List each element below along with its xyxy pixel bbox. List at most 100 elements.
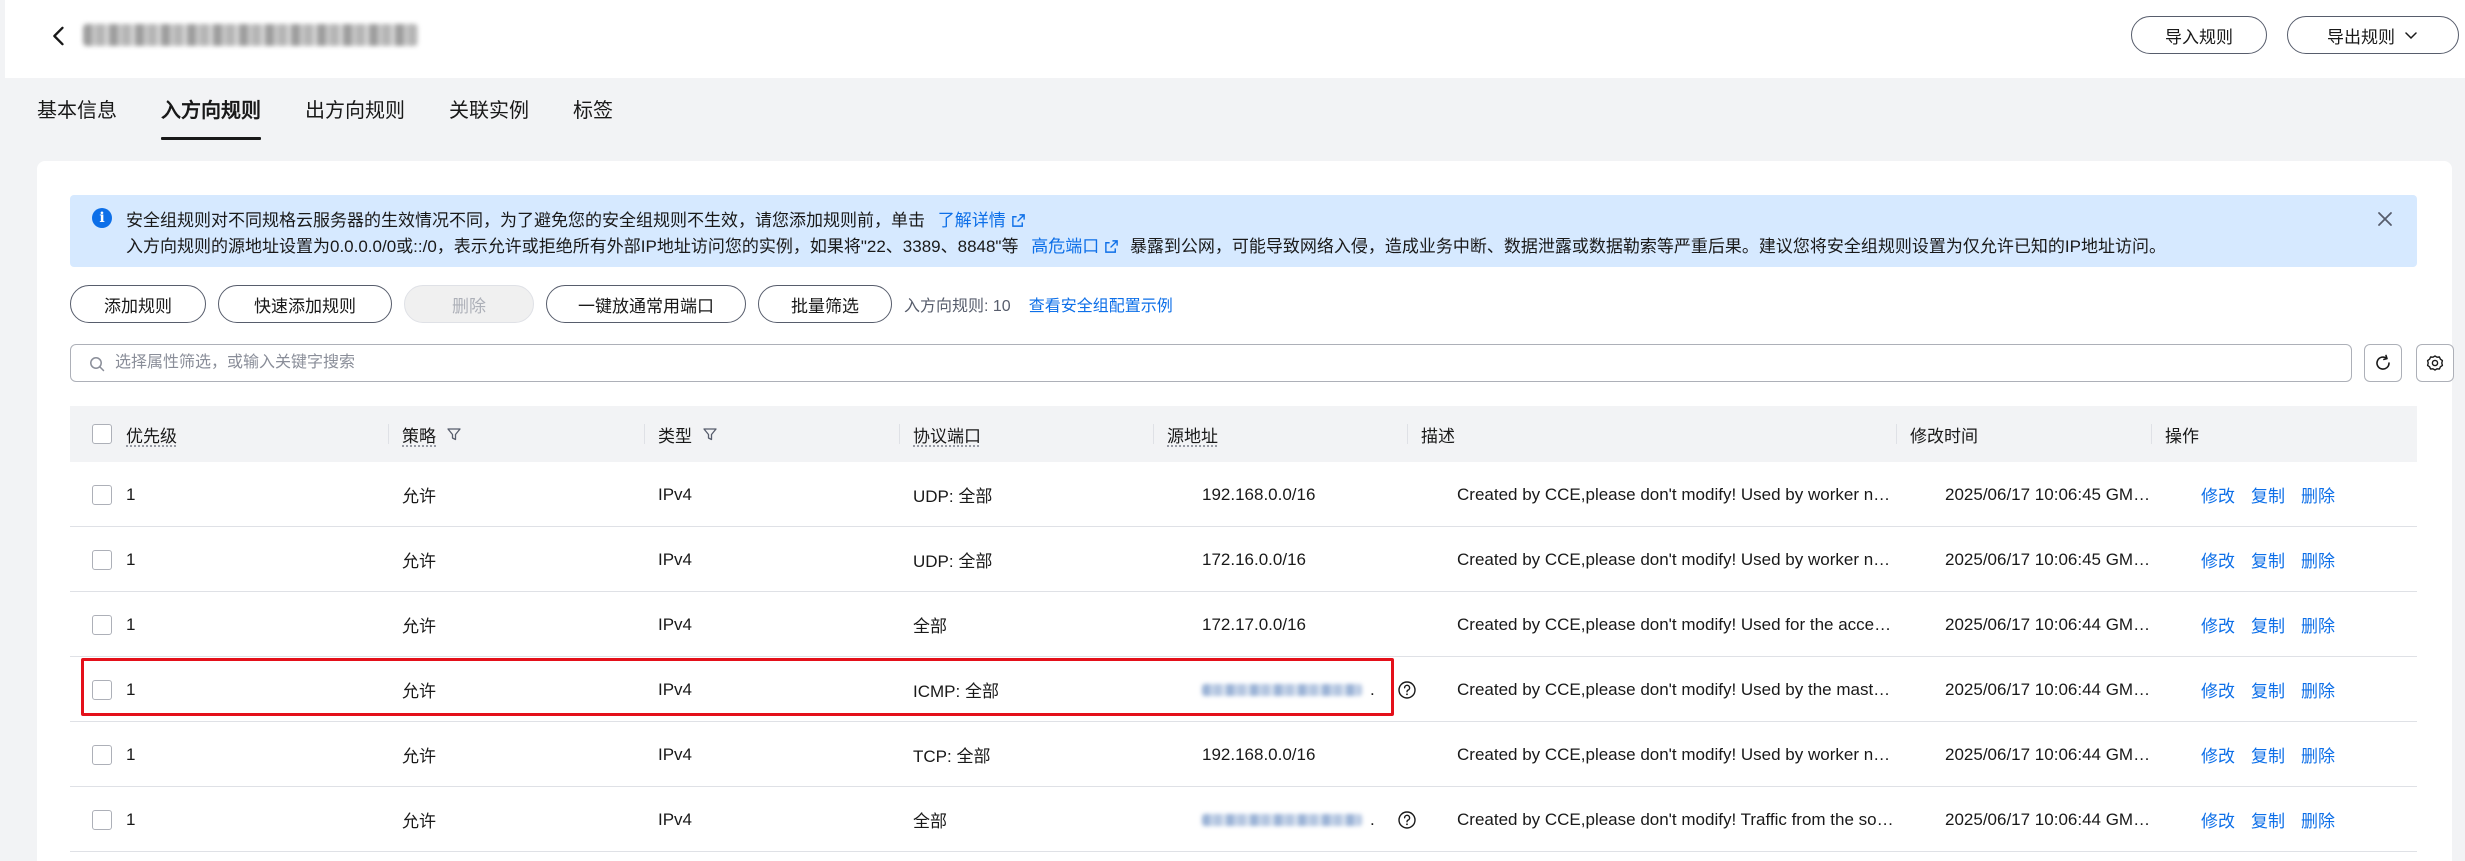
- column-separator: [1407, 424, 1408, 444]
- modify-link[interactable]: 修改: [2201, 612, 2235, 637]
- source-address-masked: [1202, 813, 1362, 826]
- refresh-button[interactable]: [2364, 344, 2402, 382]
- col-priority[interactable]: 优先级: [126, 406, 177, 462]
- select-all-checkbox[interactable]: [92, 424, 112, 444]
- table-row: 1 允许 IPv4 UDP: 全部 172.16.0.0/16 Created by CC…: [70, 527, 2417, 592]
- alert-line-1-text: 安全组规则对不同规格云服务器的生效情况不同，为了避免您的安全组规则不生效，请您添…: [126, 211, 925, 230]
- row-checkbox-cell: [92, 722, 112, 787]
- policy-cell: 允许: [402, 552, 436, 571]
- alert-line-2-text-b: 暴露到公网，可能导致网络入侵，造成业务中断、数据泄露或数据勒索等严重后果。建议您…: [1129, 237, 2166, 256]
- delete-link[interactable]: 删除: [2301, 742, 2335, 767]
- table-row: 1 允许 IPv4 全部. Created by CCE,please don't mo…: [70, 787, 2417, 852]
- page-header: 导入规则 导出规则: [5, 0, 2465, 78]
- row-checkbox[interactable]: [92, 484, 112, 505]
- help-icon[interactable]: [1397, 810, 1417, 830]
- col-actions-label: 操作: [2165, 426, 2199, 446]
- policy-cell: 允许: [402, 487, 436, 506]
- info-alert: i 安全组规则对不同规格云服务器的生效情况不同，为了避免您的安全组规则不生效，请…: [70, 195, 2417, 267]
- modify-link[interactable]: 修改: [2201, 482, 2235, 507]
- delete-link[interactable]: 删除: [2301, 482, 2335, 507]
- col-source-label: 源地址: [1167, 426, 1218, 446]
- modified-time-cell: 2025/06/17 10:06:45 GMT+08:00: [1945, 485, 2155, 504]
- row-checkbox-cell: [92, 592, 112, 657]
- delete-link[interactable]: 删除: [2301, 807, 2335, 832]
- view-config-example-link[interactable]: 查看安全组配置示例: [1029, 292, 1173, 316]
- add-rule-button[interactable]: 添加规则: [70, 285, 206, 323]
- column-separator: [2151, 424, 2152, 444]
- delete-button[interactable]: 删除: [404, 285, 534, 323]
- modify-link[interactable]: 修改: [2201, 807, 2235, 832]
- learn-more-link[interactable]: 了解详情: [938, 211, 1006, 230]
- back-button[interactable]: [45, 22, 73, 50]
- priority-cell: 1: [126, 809, 136, 829]
- filter-icon[interactable]: [446, 426, 462, 442]
- row-checkbox-cell: [92, 657, 112, 722]
- source-cell: .: [1202, 657, 1417, 722]
- search-input[interactable]: [115, 345, 2315, 381]
- filter-icon[interactable]: [702, 426, 718, 442]
- batch-filter-button[interactable]: 批量筛选: [758, 285, 892, 323]
- modify-link[interactable]: 修改: [2201, 742, 2235, 767]
- help-icon[interactable]: [1397, 680, 1417, 700]
- col-actions: 操作: [2151, 406, 2199, 462]
- export-rules-button[interactable]: 导出规则: [2287, 16, 2459, 54]
- tab-associated-instances[interactable]: 关联实例: [449, 96, 529, 140]
- protocol-port-cell: 全部: [913, 617, 947, 636]
- source-cell: .: [1202, 787, 1417, 852]
- delete-link[interactable]: 删除: [2301, 612, 2335, 637]
- open-common-ports-button[interactable]: 一键放通常用端口: [546, 285, 746, 323]
- policy-cell: 允许: [402, 747, 436, 766]
- row-checkbox[interactable]: [92, 549, 112, 570]
- description-cell: Created by CCE,please don't modify! Used…: [1457, 615, 1897, 634]
- security-group-name-masked: [83, 24, 418, 46]
- settings-button[interactable]: [2416, 344, 2454, 382]
- priority-cell: 1: [126, 744, 136, 764]
- tab-basic-info[interactable]: 基本信息: [37, 96, 117, 140]
- row-checkbox[interactable]: [92, 614, 112, 635]
- import-rules-button[interactable]: 导入规则: [2131, 16, 2267, 54]
- priority-cell: 1: [126, 549, 136, 569]
- col-source: 源地址: [1153, 406, 1218, 462]
- row-checkbox[interactable]: [92, 809, 112, 830]
- modify-link[interactable]: 修改: [2201, 677, 2235, 702]
- tab-tags[interactable]: 标签: [573, 96, 613, 140]
- tab-bar: 基本信息 入方向规则 出方向规则 关联实例 标签: [37, 96, 657, 140]
- modified-time-cell: 2025/06/17 10:06:44 GMT+08:00: [1945, 745, 2155, 764]
- gear-icon: [2426, 355, 2444, 371]
- row-checkbox[interactable]: [92, 744, 112, 765]
- modified-time-cell: 2025/06/17 10:06:44 GMT+08:00: [1945, 615, 2155, 634]
- tab-outbound-rules[interactable]: 出方向规则: [305, 96, 405, 140]
- col-type-label: 类型: [658, 426, 692, 446]
- rules-toolbar: 添加规则 快速添加规则 删除 一键放通常用端口 批量筛选 入方向规则: 10 查…: [70, 285, 1173, 323]
- col-description: 描述: [1407, 406, 1455, 462]
- table-row: 1 允许 IPv4 ICMP: 全部. Created by CCE,please do…: [70, 657, 2417, 722]
- source-cell: 172.17.0.0/16: [1202, 614, 1306, 634]
- copy-link[interactable]: 复制: [2251, 482, 2285, 507]
- col-type: 类型: [644, 406, 718, 462]
- source-cell: 172.16.0.0/16: [1202, 549, 1306, 569]
- copy-link[interactable]: 复制: [2251, 677, 2285, 702]
- protocol-port-cell: ICMP: 全部: [913, 682, 999, 701]
- quick-add-rule-button[interactable]: 快速添加规则: [218, 285, 392, 323]
- tab-inbound-rules[interactable]: 入方向规则: [161, 96, 261, 140]
- delete-link[interactable]: 删除: [2301, 677, 2335, 702]
- import-rules-label: 导入规则: [2165, 27, 2233, 47]
- external-link-icon: [1105, 240, 1119, 253]
- copy-link[interactable]: 复制: [2251, 742, 2285, 767]
- delete-link[interactable]: 删除: [2301, 547, 2335, 572]
- description-cell: Created by CCE,please don't modify! Used…: [1457, 550, 1897, 569]
- inbound-rules-panel: i 安全组规则对不同规格云服务器的生效情况不同，为了避免您的安全组规则不生效，请…: [37, 161, 2454, 861]
- close-icon[interactable]: [2375, 209, 2395, 229]
- copy-link[interactable]: 复制: [2251, 612, 2285, 637]
- row-checkbox[interactable]: [92, 679, 112, 700]
- modify-link[interactable]: 修改: [2201, 547, 2235, 572]
- description-cell: Created by CCE,please don't modify! Traf…: [1457, 810, 1897, 829]
- col-protocol-port-label: 协议端口: [913, 426, 981, 446]
- copy-link[interactable]: 复制: [2251, 807, 2285, 832]
- copy-link[interactable]: 复制: [2251, 547, 2285, 572]
- high-risk-ports-link[interactable]: 高危端口: [1031, 237, 1099, 256]
- alert-line-2: 入方向规则的源地址设置为0.0.0.0/0或::/0，表示允许或拒绝所有外部IP…: [126, 232, 2166, 257]
- col-modified-time: 修改时间: [1896, 406, 1978, 462]
- col-priority-label: 优先级: [126, 426, 177, 446]
- priority-cell: 1: [126, 614, 136, 634]
